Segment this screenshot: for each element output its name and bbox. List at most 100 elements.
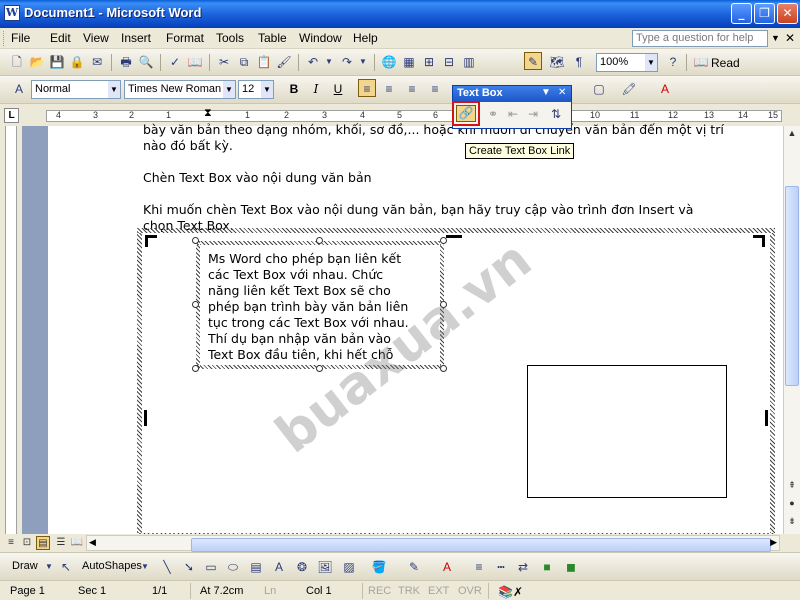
- horizontal-scroll-thumb[interactable]: [191, 538, 771, 552]
- highlight-icon[interactable]: 🖍: [620, 80, 638, 98]
- menu-tools[interactable]: Tools: [216, 31, 244, 45]
- text-box-content[interactable]: Ms Word cho phép bạn liên kết các Text B…: [200, 245, 440, 365]
- read-book-icon[interactable]: 📖: [692, 53, 710, 71]
- word-app-icon[interactable]: W: [4, 5, 20, 21]
- italic-button[interactable]: I: [307, 80, 325, 98]
- resize-handle[interactable]: [440, 365, 447, 372]
- spelling-status-icon[interactable]: 📚✗: [498, 585, 523, 599]
- change-text-direction-icon[interactable]: ⇅: [547, 105, 565, 123]
- horizontal-scrollbar[interactable]: ◀ ▶: [86, 535, 780, 552]
- create-text-box-link-button[interactable]: 🔗: [452, 101, 480, 126]
- style-dropdown-icon[interactable]: ▼: [108, 81, 120, 98]
- menu-view[interactable]: View: [83, 31, 109, 45]
- indent-marker-icon[interactable]: ⧗: [204, 107, 212, 120]
- scroll-up-icon[interactable]: ▲: [786, 128, 798, 138]
- vertical-ruler-strip[interactable]: [5, 126, 17, 534]
- canvas-edge-handle[interactable]: [144, 410, 147, 426]
- minimize-button[interactable]: _: [731, 3, 752, 24]
- shadow-style-icon[interactable]: ■: [538, 558, 556, 576]
- maximize-button[interactable]: ❐: [754, 3, 775, 24]
- wordart-icon[interactable]: A: [270, 558, 288, 576]
- canvas-corner-handle[interactable]: [145, 235, 157, 247]
- resize-handle[interactable]: [440, 301, 447, 308]
- align-left-icon[interactable]: ≡: [358, 79, 376, 97]
- undo-icon[interactable]: ↶: [304, 53, 322, 71]
- previous-page-icon[interactable]: ⇞: [786, 480, 798, 491]
- redo-icon[interactable]: ↷: [338, 53, 356, 71]
- status-record-macro[interactable]: REC: [368, 585, 391, 597]
- permission-icon[interactable]: 🔒: [68, 53, 86, 71]
- 3d-style-icon[interactable]: ◼: [562, 558, 580, 576]
- align-center-icon[interactable]: ≡: [380, 80, 398, 98]
- copy-icon[interactable]: ⧉: [235, 53, 253, 71]
- insert-picture-icon[interactable]: ▨: [340, 558, 358, 576]
- toolbar-options-icon[interactable]: ▼: [541, 87, 551, 98]
- vertical-scrollbar[interactable]: ▲ ⇞ ● ⇟: [783, 126, 800, 534]
- resize-handle[interactable]: [440, 237, 447, 244]
- clip-art-icon[interactable]: 🖼: [316, 558, 334, 576]
- close-button[interactable]: ✕: [777, 3, 798, 24]
- document-map-icon[interactable]: 🗺: [548, 53, 566, 71]
- status-track-changes[interactable]: TRK: [398, 585, 420, 597]
- ask-dropdown-arrow-icon[interactable]: ▼: [771, 33, 780, 43]
- reading-layout-icon[interactable]: 📖: [70, 536, 84, 550]
- arrow-style-icon[interactable]: ⇄: [514, 558, 532, 576]
- font-size-dropdown-icon[interactable]: ▼: [261, 81, 273, 98]
- fill-color-icon[interactable]: 🪣: [370, 558, 388, 576]
- menu-help[interactable]: Help: [353, 31, 378, 45]
- columns-icon[interactable]: ▥: [460, 53, 478, 71]
- resize-handle[interactable]: [316, 365, 323, 372]
- next-text-box-icon[interactable]: ⇥: [524, 105, 542, 123]
- print-icon[interactable]: 🖶: [117, 53, 135, 71]
- font-color-icon[interactable]: A: [656, 80, 674, 98]
- autoshapes-menu-button[interactable]: AutoShapes: [82, 560, 142, 572]
- status-overtype[interactable]: OVR: [458, 585, 482, 597]
- scroll-right-icon[interactable]: ▶: [770, 537, 777, 548]
- hyperlink-icon[interactable]: 🌐: [380, 53, 398, 71]
- zoom-dropdown-icon[interactable]: ▼: [645, 54, 657, 71]
- open-folder-icon[interactable]: 📂: [28, 53, 46, 71]
- document-close-button[interactable]: ✕: [785, 31, 795, 45]
- vertical-scroll-thumb[interactable]: [785, 186, 799, 386]
- email-icon[interactable]: ✉: [88, 53, 106, 71]
- format-painter-icon[interactable]: 🖌: [275, 53, 293, 71]
- align-right-icon[interactable]: ≡: [403, 80, 421, 98]
- paste-icon[interactable]: 📋: [255, 53, 273, 71]
- outline-view-icon[interactable]: ☰: [54, 536, 68, 550]
- menu-grip[interactable]: [3, 31, 6, 46]
- font-dropdown-icon[interactable]: ▼: [223, 81, 235, 98]
- text-box-toolbar-header[interactable]: Text Box ▼ ✕: [453, 86, 571, 102]
- status-extend-selection[interactable]: EXT: [428, 585, 449, 597]
- drawing-toggle-icon[interactable]: ✎: [524, 52, 542, 70]
- text-box-icon[interactable]: ▤: [247, 558, 265, 576]
- select-browse-object-icon[interactable]: ●: [786, 498, 798, 508]
- redo-dropdown-icon[interactable]: ▼: [358, 53, 368, 71]
- menu-edit[interactable]: Edit: [50, 31, 71, 45]
- canvas-edge-handle[interactable]: [446, 235, 462, 247]
- menu-file[interactable]: File: [11, 31, 30, 45]
- font-select[interactable]: Times New Roman ▼: [124, 80, 236, 99]
- tables-borders-icon[interactable]: ▦: [400, 53, 418, 71]
- save-icon[interactable]: 💾: [48, 53, 66, 71]
- resize-handle[interactable]: [192, 301, 199, 308]
- font-color-draw-icon[interactable]: A: [438, 558, 456, 576]
- new-document-icon[interactable]: 🗋: [8, 53, 26, 71]
- autoshapes-dropdown-icon[interactable]: ▼: [140, 558, 150, 576]
- next-page-icon[interactable]: ⇟: [786, 516, 798, 527]
- rectangle-icon[interactable]: ▭: [202, 558, 220, 576]
- outside-border-icon[interactable]: ▢: [590, 80, 608, 98]
- select-objects-icon[interactable]: ↖: [57, 558, 75, 576]
- spelling-icon[interactable]: ✓: [166, 53, 184, 71]
- style-select[interactable]: Normal ▼: [31, 80, 121, 99]
- menu-window[interactable]: Window: [299, 31, 342, 45]
- ask-question-input[interactable]: Type a question for help: [632, 30, 768, 47]
- show-hide-icon[interactable]: ¶: [570, 53, 588, 71]
- font-size-select[interactable]: 12 ▼: [238, 80, 274, 99]
- toolbar-close-icon[interactable]: ✕: [558, 87, 566, 98]
- read-button[interactable]: Read: [711, 56, 740, 70]
- cut-icon[interactable]: ✂: [215, 53, 233, 71]
- print-layout-icon[interactable]: ▤: [36, 536, 50, 550]
- text-box-2[interactable]: [527, 365, 727, 498]
- dash-style-icon[interactable]: ┅: [492, 558, 510, 576]
- tab-selector[interactable]: L: [4, 108, 19, 123]
